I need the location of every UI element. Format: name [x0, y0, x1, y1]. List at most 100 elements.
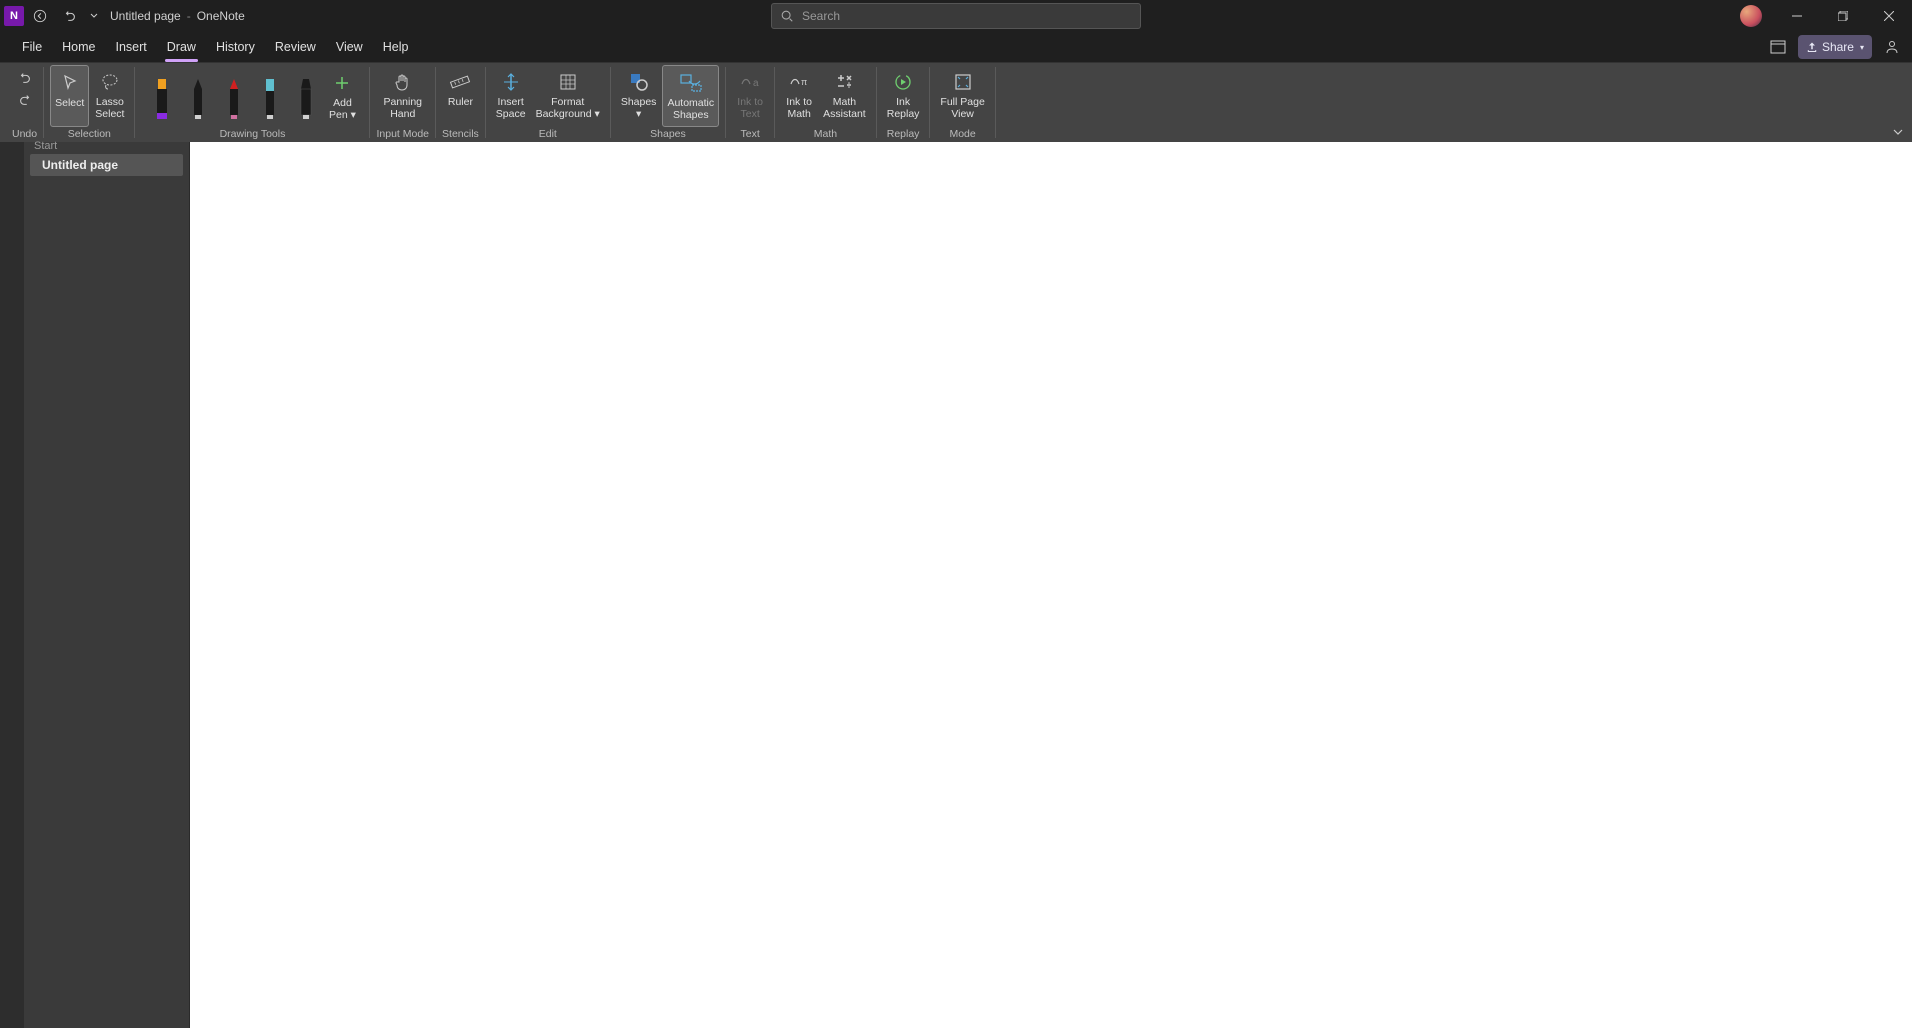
plus-icon — [333, 74, 351, 92]
tab-file[interactable]: File — [12, 32, 52, 62]
ink-to-text-icon: a — [739, 72, 761, 92]
qat-customize-button[interactable] — [86, 2, 102, 30]
lasso-select-button[interactable]: Lasso Select — [91, 65, 128, 127]
menubar-right: Share ▾ — [1764, 35, 1906, 59]
ink-to-math-button[interactable]: π Ink to Math — [781, 65, 817, 127]
full-page-label: Full Page View — [940, 96, 984, 120]
tab-review[interactable]: Review — [265, 32, 326, 62]
panning-label: Panning Hand — [383, 96, 422, 120]
ribbon-separator — [134, 67, 135, 138]
menubar: File Home Insert Draw History Review Vie… — [0, 32, 1912, 62]
format-bg-label: Format Background ▾ — [536, 96, 600, 120]
format-background-button[interactable]: Format Background ▾ — [532, 65, 604, 127]
highlighter-icon — [151, 77, 173, 121]
ruler-button[interactable]: Ruler — [442, 65, 478, 127]
undo-quick-button[interactable] — [56, 2, 84, 30]
panning-hand-button[interactable]: Panning Hand — [379, 65, 426, 127]
chevron-down-icon: ▾ — [1860, 43, 1864, 52]
close-button[interactable] — [1866, 0, 1912, 32]
ribbon-separator — [995, 67, 996, 138]
tab-insert[interactable]: Insert — [106, 32, 157, 62]
shapes-icon — [628, 71, 650, 93]
shapes-button[interactable]: Shapes ▾ — [617, 65, 661, 127]
search-input[interactable] — [802, 9, 1132, 23]
group-text: a Ink to Text Text — [728, 63, 772, 142]
lasso-icon — [100, 72, 120, 92]
search-box[interactable] — [771, 3, 1141, 29]
ribbon-separator — [610, 67, 611, 138]
pen-black[interactable] — [182, 73, 214, 121]
nav-back-button[interactable] — [26, 2, 54, 30]
ribbon: Undo Select Lasso Select Selection — [0, 62, 1912, 142]
nav-rail — [0, 142, 24, 1028]
group-replay: Ink Replay Replay — [879, 63, 928, 142]
tab-home[interactable]: Home — [52, 32, 105, 62]
tab-help[interactable]: Help — [373, 32, 419, 62]
share-button[interactable]: Share ▾ — [1798, 35, 1872, 59]
pen-red[interactable] — [218, 73, 250, 121]
group-label-stencils: Stencils — [442, 128, 479, 142]
group-label-selection: Selection — [68, 128, 111, 142]
titlebar-left: N Untitled page - OneNote — [0, 2, 245, 30]
grid-icon — [558, 72, 578, 92]
automatic-shapes-button[interactable]: Automatic Shapes — [662, 65, 719, 127]
marker-icon — [295, 77, 317, 121]
select-button[interactable]: Select — [50, 65, 89, 127]
app-name-text: OneNote — [197, 9, 245, 23]
pencil-teal[interactable] — [254, 73, 286, 121]
main-area: Start Untitled page — [0, 142, 1912, 1028]
group-label-replay: Replay — [887, 128, 920, 142]
group-input-mode: Panning Hand Input Mode — [372, 63, 433, 142]
window-controls — [1740, 0, 1912, 32]
ink-replay-label: Ink Replay — [887, 96, 920, 120]
math-assistant-button[interactable]: Math Assistant — [819, 65, 870, 127]
undo-icon — [18, 71, 32, 85]
group-math: π Ink to Math Math Assistant Math — [777, 63, 874, 142]
pen-highlighter-orange[interactable] — [146, 73, 178, 121]
ribbon-separator — [929, 67, 930, 138]
group-shapes: Shapes ▾ Automatic Shapes Shapes — [613, 63, 723, 142]
titlebar: N Untitled page - OneNote — [0, 0, 1912, 32]
window-icon — [1770, 39, 1786, 55]
undo-icon — [63, 9, 77, 23]
insert-space-icon — [501, 72, 521, 92]
group-undo: Undo — [8, 63, 41, 142]
insert-space-button[interactable]: Insert Space — [492, 65, 530, 127]
full-page-view-button[interactable]: Full Page View — [936, 65, 988, 127]
minimize-button[interactable] — [1774, 0, 1820, 32]
tab-history[interactable]: History — [206, 32, 265, 62]
add-pen-button[interactable]: Add Pen ▾ — [325, 66, 360, 128]
svg-text:π: π — [801, 77, 807, 87]
close-icon — [1884, 11, 1894, 21]
pencil-icon — [259, 77, 281, 121]
cursor-icon — [60, 73, 80, 93]
undo-button[interactable] — [13, 67, 37, 89]
redo-button[interactable] — [13, 89, 37, 111]
full-page-icon — [953, 72, 973, 92]
ink-to-math-icon: π — [788, 72, 810, 92]
restore-icon — [1838, 11, 1848, 21]
maximize-button[interactable] — [1820, 0, 1866, 32]
math-assistant-label: Math Assistant — [823, 96, 866, 120]
math-assistant-icon — [833, 72, 855, 92]
add-pen-label: Add Pen ▾ — [329, 97, 356, 121]
group-label-drawing: Drawing Tools — [220, 128, 286, 142]
ribbon-collapse-button[interactable] — [1892, 128, 1904, 136]
page-list-item[interactable]: Untitled page — [30, 154, 183, 176]
ribbon-separator — [43, 67, 44, 138]
user-avatar[interactable] — [1740, 5, 1762, 27]
search-icon — [780, 9, 794, 23]
ink-to-text-label: Ink to Text — [737, 96, 763, 120]
share-label: Share — [1822, 40, 1854, 54]
ribbon-separator — [435, 67, 436, 138]
tab-draw[interactable]: Draw — [157, 32, 206, 62]
canvas[interactable] — [190, 142, 1912, 1028]
ink-to-text-button: a Ink to Text — [732, 65, 768, 127]
feedback-button[interactable] — [1878, 35, 1906, 59]
group-label-mode: Mode — [949, 128, 975, 142]
group-stencils: Ruler Stencils — [438, 63, 483, 142]
tab-view[interactable]: View — [326, 32, 373, 62]
marker-black[interactable] — [290, 73, 322, 121]
ink-replay-button[interactable]: Ink Replay — [883, 65, 924, 127]
mode-switcher-button[interactable] — [1764, 35, 1792, 59]
